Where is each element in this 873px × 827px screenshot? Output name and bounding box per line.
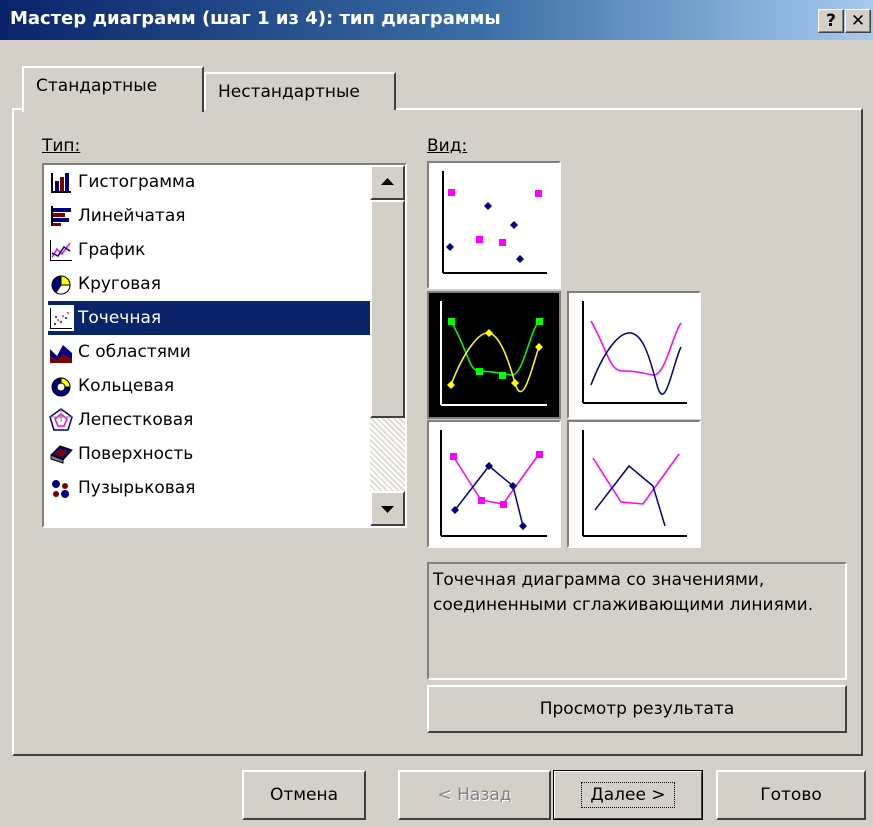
cancel-button[interactable]: Отмена [242, 770, 366, 820]
list-item-area[interactable]: С областями [48, 335, 374, 369]
scatter-markers-icon [442, 171, 547, 274]
arrow-up-icon [381, 178, 394, 185]
type-label-text: Тип: [42, 136, 81, 156]
tab-standard-label: Стандартные [36, 76, 158, 96]
subtype-straight-lines[interactable] [567, 420, 701, 548]
list-item-label: Кольцевая [78, 376, 175, 396]
subtype-smooth-lines[interactable] [567, 291, 701, 419]
subtype-description: Точечная диаграмма со значениями, соедин… [427, 562, 847, 680]
subtype-scatter-markers[interactable] [427, 161, 561, 289]
list-item-label: Круговая [78, 274, 161, 294]
list-item-column[interactable]: Гистограмма [48, 165, 374, 199]
scroll-up-button[interactable] [370, 165, 405, 200]
subtype-smooth-lines-markers[interactable] [427, 291, 561, 419]
subtype-label: Вид: [427, 136, 467, 156]
list-item-label: График [78, 240, 146, 260]
list-item-bubble[interactable]: Пузырьковая [48, 471, 374, 505]
list-item-bar[interactable]: Линейчатая [48, 199, 374, 233]
scroll-down-button[interactable] [370, 491, 405, 526]
list-item-radar[interactable]: Лепестковая [48, 403, 374, 437]
preview-result-label: Просмотр результата [539, 699, 735, 719]
area-chart-icon [50, 345, 72, 363]
tab-custom[interactable]: Нестандартные [204, 72, 396, 110]
finish-label: Готово [760, 785, 822, 805]
smooth-lines-markers-icon [440, 301, 547, 406]
next-button[interactable]: Далее > [553, 770, 703, 820]
tab-standard[interactable]: Стандартные [22, 66, 204, 112]
back-label: < Назад [437, 785, 512, 805]
type-label: Тип: [42, 136, 80, 156]
preview-result-button[interactable]: Просмотр результата [427, 685, 847, 733]
radar-chart-icon [49, 408, 73, 431]
line-chart-icon [50, 240, 72, 261]
list-item-label: Лепестковая [78, 410, 194, 430]
list-item-label: С областями [78, 342, 191, 362]
list-item-surface[interactable]: Поверхность [48, 437, 374, 471]
list-item-label: Точечная [78, 308, 162, 328]
list-item-scatter[interactable]: Точечная [48, 301, 374, 335]
list-item-pie[interactable]: Круговая [48, 267, 374, 301]
chart-type-list[interactable]: Гистограмма Линейчатая График Круговая Т… [42, 163, 407, 528]
list-item-line[interactable]: График [48, 233, 374, 267]
scroll-thumb[interactable] [370, 200, 405, 418]
finish-button[interactable]: Готово [716, 770, 866, 820]
smooth-lines-icon [582, 301, 687, 404]
list-scrollbar[interactable] [370, 165, 405, 526]
list-item-label: Гистограмма [78, 172, 196, 192]
next-label: Далее > [581, 782, 675, 808]
straight-lines-icon [582, 430, 687, 537]
list-item-label: Пузырьковая [78, 478, 196, 498]
subtype-label-text: Вид: [427, 136, 468, 156]
back-button[interactable]: < Назад [398, 770, 551, 820]
surface-chart-icon [50, 445, 73, 464]
straight-lines-markers-icon [440, 430, 547, 537]
column-chart-icon [51, 173, 71, 193]
close-button[interactable]: ✕ [845, 9, 871, 33]
help-button[interactable]: ? [818, 9, 844, 33]
tab-custom-label: Нестандартные [218, 82, 360, 102]
subtype-straight-lines-markers[interactable] [427, 420, 561, 548]
doughnut-chart-icon [51, 377, 71, 397]
scatter-chart-icon [48, 305, 74, 331]
list-item-label: Поверхность [78, 444, 194, 464]
bubble-chart-icon [52, 480, 69, 498]
window-title: Мастер диаграмм (шаг 1 из 4): тип диагра… [10, 8, 501, 29]
list-item-label: Линейчатая [78, 206, 186, 226]
list-item-doughnut[interactable]: Кольцевая [48, 369, 374, 403]
arrow-down-icon [381, 506, 394, 513]
title-bar[interactable]: Мастер диаграмм (шаг 1 из 4): тип диагра… [0, 0, 873, 40]
cancel-label: Отмена [269, 785, 339, 805]
bar-chart-icon [51, 206, 71, 226]
pie-chart-icon [51, 275, 71, 295]
